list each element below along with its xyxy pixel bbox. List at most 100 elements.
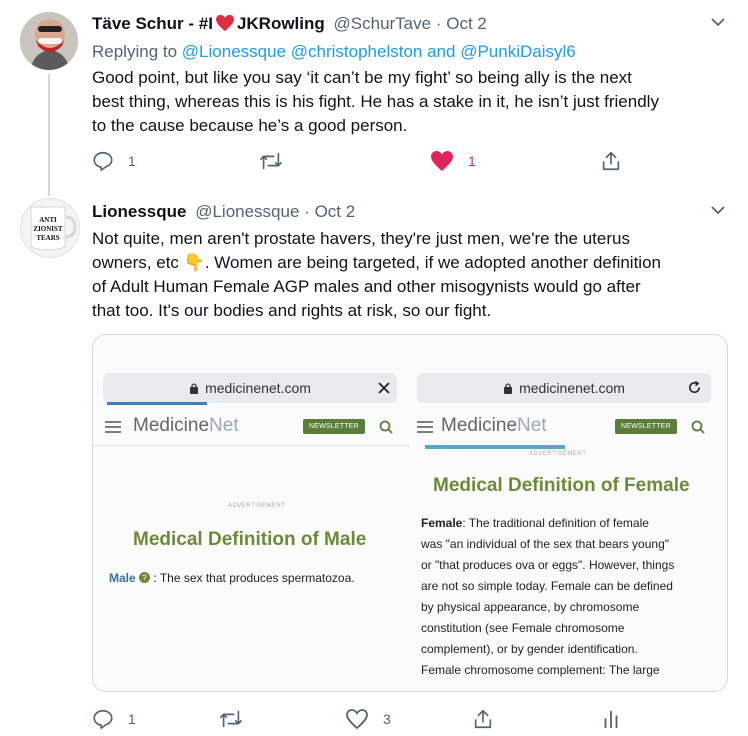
tweet-text-line-with-emoji: owners, etc 👇. Women are being targeted,… <box>92 251 732 275</box>
site-logo: MedicineNet <box>133 415 239 437</box>
reply-icon <box>93 151 113 171</box>
term: Female <box>421 516 463 530</box>
mention-christophelston[interactable]: @christophelston <box>291 42 423 61</box>
term: Male <box>109 571 136 585</box>
like-button[interactable]: 3 <box>345 708 391 730</box>
tweet-text-line: to the cause because he’s a good person. <box>92 116 408 135</box>
avatar-tave[interactable] <box>20 12 78 70</box>
separator-dot: · <box>304 202 310 221</box>
close-icon <box>378 382 390 394</box>
screenshot-female: medicinenet.com MedicineNet NEWSLETTER A… <box>411 335 727 691</box>
tweet-date[interactable]: Oct 2 <box>446 14 487 33</box>
definition-heading: Medical Definition of Male <box>133 529 367 550</box>
retweet-icon <box>260 152 282 170</box>
retweet-button[interactable] <box>259 150 297 172</box>
definition-line: or "that produces ova or eggs". However,… <box>421 558 675 572</box>
definition-line: : The traditional definition of female <box>462 516 649 530</box>
site-logo: MedicineNet <box>441 415 547 437</box>
share-icon <box>474 709 492 729</box>
reply-count: 1 <box>128 711 136 727</box>
avatar-text-line: ANTI <box>39 216 57 224</box>
handle[interactable]: @Lionessque <box>195 202 299 221</box>
definition-text: Male ? : The sex that produces spermatoz… <box>109 571 355 585</box>
nav-divider <box>93 445 410 446</box>
heart-emoji-icon <box>215 14 234 32</box>
avatar-mug-text: ANTI ZIONIST TEARS <box>31 216 65 243</box>
pointing-down-emoji-icon: 👇 <box>183 253 205 272</box>
svg-text:?: ? <box>142 574 147 583</box>
tweet-text-line: best thing, whereas this is his fight. H… <box>92 92 659 111</box>
tweet-text-fragment: . Women are being targeted, if we adopte… <box>204 253 661 272</box>
url-text: medicinenet.com <box>205 380 311 396</box>
mention-punkidaisyl6[interactable]: @PunkiDaisyl6 <box>460 42 576 61</box>
search-icon <box>379 420 393 434</box>
share-icon <box>602 151 620 171</box>
definition-line: constitution (see Female chromosome <box>421 621 625 635</box>
display-name[interactable]: Täve Schur - #I <box>92 14 213 33</box>
load-progress-bar <box>107 402 207 405</box>
analytics-icon <box>604 710 618 729</box>
refresh-icon <box>689 380 700 393</box>
tweet-text-line: Not quite, men aren't prostate havers, t… <box>92 229 630 248</box>
reply-button[interactable]: 1 <box>92 150 136 172</box>
advertisement-label: ADVERTISEMENT <box>529 451 587 457</box>
definition-line: was "an individual of the sex that bears… <box>421 537 670 551</box>
definition-heading: Medical Definition of Female <box>433 475 690 496</box>
display-name[interactable]: Lionessque <box>92 202 186 221</box>
like-count: 3 <box>383 711 391 727</box>
logo-part: Net <box>209 415 239 436</box>
tweet2-header: Lionessque @Lionessque · Oct 2 <box>92 202 355 222</box>
lock-icon <box>504 383 513 394</box>
scroll-highlight <box>425 445 565 449</box>
definition-line: are not so simple today. Female can be d… <box>421 579 673 593</box>
tweet-date[interactable]: Oct 2 <box>315 202 356 221</box>
like-button[interactable]: 1 <box>430 150 476 172</box>
newsletter-badge: NEWSLETTER <box>303 419 365 434</box>
definition-line: by physical appearance, by chromosome <box>421 600 640 614</box>
like-icon <box>346 709 368 730</box>
attached-image[interactable]: medicinenet.com MedicineNet NEWSLETTER A… <box>92 334 728 692</box>
definition-line: Female chromosome complement: The large <box>421 663 660 677</box>
tweet2-text: Not quite, men aren't prostate havers, t… <box>92 227 732 323</box>
url-text: medicinenet.com <box>519 380 625 396</box>
avatar-text-line: ZIONIST <box>33 225 63 233</box>
thread-line <box>48 74 50 196</box>
separator-dot: · <box>435 14 442 33</box>
like-icon <box>431 151 453 171</box>
mention-lionessque[interactable]: @Lionessque <box>182 42 286 61</box>
avatar-lionessque[interactable]: ANTI ZIONIST TEARS <box>20 198 80 258</box>
reply-count: 1 <box>128 153 136 169</box>
help-icon: ? <box>139 572 151 583</box>
handle[interactable]: @SchurTave <box>334 14 432 33</box>
display-name-suffix[interactable]: JKRowling <box>237 14 325 33</box>
menu-icon <box>417 421 433 433</box>
advertisement-label: ADVERTISEMENT <box>228 503 286 509</box>
site-nav: MedicineNet NEWSLETTER <box>417 415 707 441</box>
retweet-icon <box>220 710 242 728</box>
chevron-down-icon[interactable] <box>711 205 725 215</box>
tweet1-header: Täve Schur - #I JKRowling @SchurTave · Oc… <box>92 14 487 34</box>
avatar-image <box>20 12 78 70</box>
avatar-text-line: TEARS <box>36 234 60 242</box>
mention-and[interactable]: and <box>427 42 455 61</box>
lock-icon <box>190 383 199 394</box>
site-nav: MedicineNet NEWSLETTER <box>105 415 395 441</box>
share-button[interactable] <box>600 150 622 172</box>
url-bar: medicinenet.com <box>103 373 397 403</box>
menu-icon <box>105 421 121 433</box>
tweet1-text: Good point, but like you say ‘it can’t b… <box>92 66 732 138</box>
share-button[interactable] <box>472 708 494 730</box>
definition-line: complement), or by gender identification… <box>421 642 638 656</box>
tweet-text-line: Good point, but like you say ‘it can’t b… <box>92 68 632 87</box>
url-bar: medicinenet.com <box>417 373 711 403</box>
retweet-button[interactable] <box>219 708 257 730</box>
reply-button[interactable]: 1 <box>92 708 136 730</box>
chevron-down-icon[interactable] <box>711 17 725 27</box>
analytics-button[interactable] <box>600 708 622 730</box>
like-count: 1 <box>468 153 476 169</box>
logo-part: Medicine <box>441 415 518 436</box>
search-icon <box>691 420 705 434</box>
screenshot-male: medicinenet.com MedicineNet NEWSLETTER A… <box>93 335 410 691</box>
replying-to: Replying to @Lionessque @christophelston… <box>92 42 576 62</box>
newsletter-badge: NEWSLETTER <box>615 419 677 434</box>
